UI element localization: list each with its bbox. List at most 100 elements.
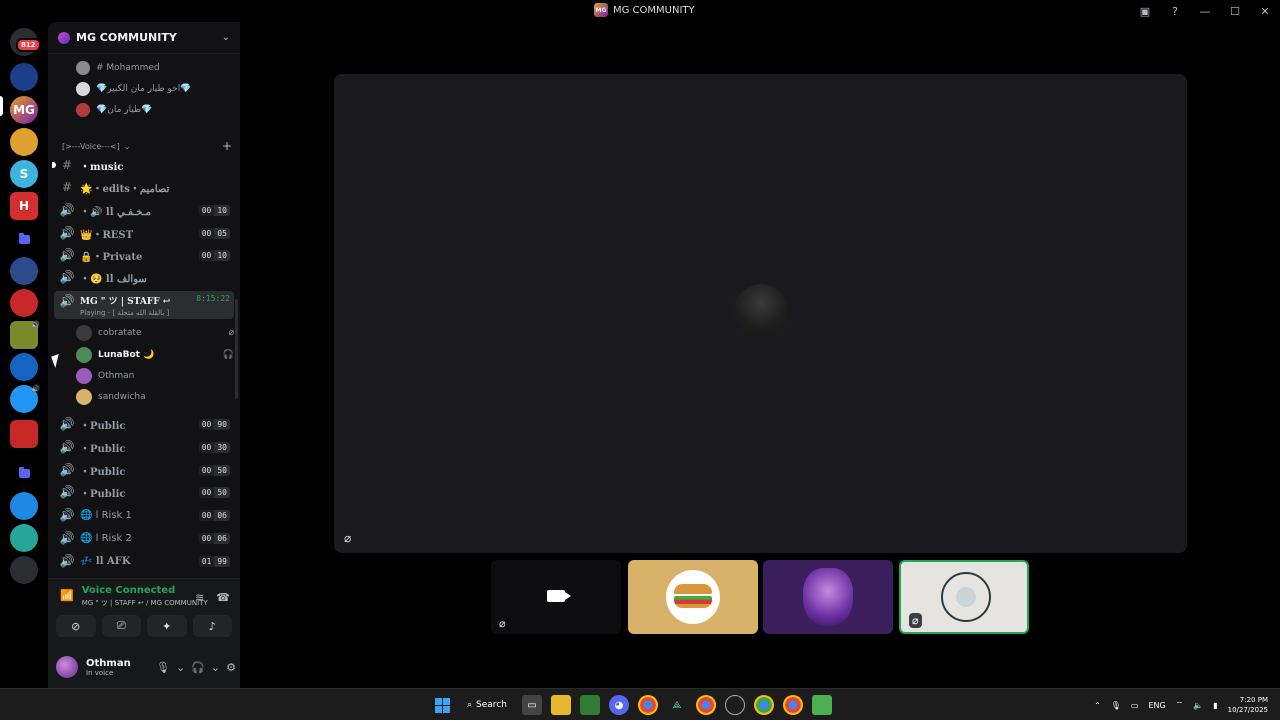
voice-user-name: sandwicha: [98, 392, 146, 402]
server-icon[interactable]: [10, 353, 38, 381]
voice-channel[interactable]: 🔊 🔒・Private 00 10: [54, 245, 234, 265]
voice-user[interactable]: LunaBot 🌙 🎧: [76, 345, 234, 365]
microphone-icon[interactable]: 🎙: [1111, 701, 1121, 710]
discord-icon[interactable]: ◕: [608, 695, 629, 715]
chevron-up-icon[interactable]: ⌃: [1094, 701, 1101, 710]
thread-item[interactable]: # Mohammed: [76, 59, 160, 77]
speaker-icon: 🔊: [59, 203, 75, 217]
screen-share-button[interactable]: ⎚: [101, 615, 141, 637]
channel-timer: 8:15:22: [196, 294, 230, 303]
server-icon[interactable]: [10, 128, 38, 156]
clock[interactable]: 7:20 PM 10/27/2025: [1228, 695, 1268, 715]
app-icon[interactable]: ⟁: [667, 695, 687, 715]
user-limit-badge: 00 10: [198, 249, 230, 261]
server-icon[interactable]: S: [10, 160, 38, 188]
voice-channel[interactable]: 🔊 ・🥺 ll سوالف: [54, 267, 234, 287]
camera-off-button[interactable]: ⊘: [56, 615, 96, 637]
chrome-icon[interactable]: [695, 695, 716, 715]
server-icon-mg-community[interactable]: MG: [10, 96, 38, 124]
server-icon[interactable]: [10, 492, 38, 520]
voice-channel[interactable]: 🔊 🌐 l Risk 1 00 06: [54, 505, 234, 525]
voice-channel[interactable]: 🔊 ・Public 00 30: [54, 437, 234, 457]
active-voice-channel[interactable]: 🔊 MG " ツ | STAFF ↩ Playing - [ بالقلة ال…: [54, 291, 234, 319]
home-unread-badge: 812: [16, 38, 41, 52]
voice-channel[interactable]: 🔊 👑・REST 00 05: [54, 223, 234, 243]
focused-participant-tile[interactable]: ⌀: [334, 74, 1187, 553]
voice-channel[interactable]: 🔊 🌐 l Risk 2 00 06: [54, 528, 234, 548]
chrome-icon[interactable]: [637, 695, 658, 715]
start-button[interactable]: [432, 695, 452, 715]
chevron-down-icon[interactable]: ⌄: [211, 661, 220, 674]
wifi-icon[interactable]: ⌔: [1176, 700, 1184, 710]
volume-icon[interactable]: 🔈: [1193, 701, 1203, 710]
voice-stage: ⌀ ⌀ ⌀: [240, 22, 1280, 688]
app-icon[interactable]: [579, 695, 600, 715]
close-button[interactable]: ✕: [1250, 0, 1280, 22]
thread-item[interactable]: 💎طيار مان💎: [76, 101, 152, 119]
voice-location[interactable]: MG " ツ | STAFF ↩ / MG COMMUNITY: [82, 598, 208, 608]
server-icon[interactable]: H: [10, 192, 38, 220]
file-explorer-icon[interactable]: [550, 695, 571, 715]
chrome-icon[interactable]: [782, 695, 803, 715]
server-icon[interactable]: [10, 524, 38, 552]
minecraft-icon[interactable]: [811, 695, 832, 715]
signal-icon: 📶: [60, 589, 74, 602]
app-icon[interactable]: [724, 695, 745, 715]
participant-tile[interactable]: ⌀: [491, 560, 621, 634]
server-icon[interactable]: [10, 257, 38, 285]
voice-channel[interactable]: 🔊 ・Public 00 90: [54, 414, 234, 434]
chrome-icon[interactable]: [753, 695, 774, 715]
minimize-button[interactable]: —: [1190, 0, 1220, 22]
user-limit-badge: 00 06: [198, 509, 230, 521]
participant-tile[interactable]: [763, 560, 893, 634]
speaker-icon: 🔊: [59, 294, 75, 308]
gear-icon[interactable]: ⚙: [226, 661, 236, 674]
taskbar-search[interactable]: ⌕ Search: [461, 694, 513, 716]
participant-tile-speaking[interactable]: ⌀: [899, 560, 1029, 634]
display-icon[interactable]: ▭: [1131, 701, 1139, 710]
chevron-down-icon[interactable]: ⌄: [176, 661, 185, 674]
soundboard-button[interactable]: ♪: [192, 615, 232, 637]
speaker-icon: 🔊: [59, 226, 75, 240]
channel-edits[interactable]: # 🌟・edits・تصاميم: [54, 177, 234, 197]
voice-channel[interactable]: 🔊 ・🔊 ll مـخـفـي 00 10: [54, 200, 234, 220]
help-icon[interactable]: ?: [1160, 0, 1190, 22]
voice-channel[interactable]: 🔊 ・Public 00 50: [54, 460, 234, 480]
user-limit-badge: 01 99: [198, 555, 230, 567]
scrollbar[interactable]: [235, 299, 238, 399]
thread-item[interactable]: 💎اخو طيار مان الكبير💎: [76, 80, 191, 98]
maximize-button[interactable]: ☐: [1220, 0, 1250, 22]
language-indicator[interactable]: ENG: [1148, 701, 1165, 710]
inbox-icon[interactable]: ▣: [1130, 0, 1160, 22]
add-channel-icon[interactable]: +: [222, 139, 232, 153]
server-folder-icon[interactable]: [10, 225, 38, 253]
channel-music[interactable]: # ・music: [52, 155, 234, 175]
participant-tile[interactable]: [628, 560, 758, 634]
task-view-icon[interactable]: ▭: [521, 695, 542, 715]
activities-button[interactable]: ✦: [147, 615, 187, 637]
voice-user[interactable]: cobratate ⌀: [76, 323, 234, 343]
disconnect-icon[interactable]: ☎: [216, 591, 230, 604]
voice-user[interactable]: Othman: [76, 366, 234, 386]
headset-icon[interactable]: 🎧: [191, 661, 205, 674]
avatar[interactable]: [56, 656, 78, 678]
voice-category-header[interactable]: [>---Voice---<] ⌄ +: [62, 139, 232, 153]
server-icon[interactable]: [10, 63, 38, 91]
voice-channel[interactable]: 🔊 💤 ll AFK 01 99: [54, 551, 234, 571]
user-name: Othman: [86, 657, 131, 669]
noise-suppression-icon[interactable]: ≋: [195, 591, 204, 604]
channel-sidebar: MG COMMUNITY ⌄ # Mohammed 💎اخو طيار مان …: [48, 22, 240, 688]
voice-channel[interactable]: 🔊 ・Public 00 50: [54, 482, 234, 502]
speaker-icon: 🔊: [31, 321, 40, 329]
voice-user[interactable]: sandwicha: [76, 387, 234, 407]
battery-icon[interactable]: ▮: [1213, 701, 1217, 710]
server-folder-icon[interactable]: [10, 459, 38, 487]
voice-status-title[interactable]: Voice Connected: [82, 585, 208, 596]
server-icon[interactable]: [10, 420, 38, 448]
user-limit-badge: 00 05: [198, 227, 230, 239]
server-icon[interactable]: [10, 556, 38, 584]
guild-header[interactable]: MG COMMUNITY ⌄: [48, 22, 240, 54]
server-icon[interactable]: [10, 289, 38, 317]
microphone-icon[interactable]: 🎙: [156, 661, 170, 674]
channel-name: 💤 ll AFK: [80, 555, 131, 567]
